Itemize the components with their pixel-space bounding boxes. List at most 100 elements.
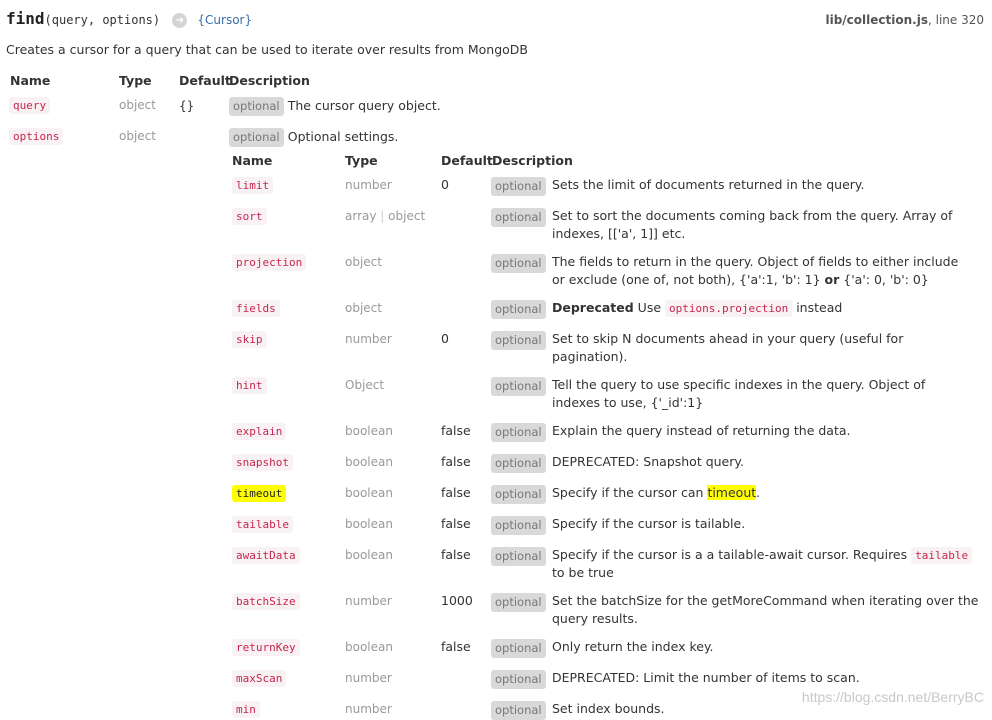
- option-row-timeout: timeout: [232, 485, 287, 502]
- optional-badge: optional: [491, 485, 546, 504]
- option-name: maxScan: [232, 670, 287, 687]
- option-row-returnkey: returnKey: [232, 639, 300, 656]
- header-type: Type: [119, 73, 152, 88]
- option-name: tailable: [232, 516, 293, 533]
- option-row-min: min: [232, 701, 260, 718]
- option-description: Specify if the cursor can timeout.: [552, 485, 761, 500]
- option-type: number: [345, 671, 392, 685]
- source-file: lib/collection.js: [825, 13, 928, 27]
- optional-badge: optional: [491, 300, 546, 319]
- option-default: 1000: [441, 593, 473, 608]
- param-name: query: [9, 97, 51, 114]
- option-description: Specify if the cursor is a a tailable-aw…: [552, 546, 982, 582]
- option-row-snapshot: snapshot: [232, 454, 293, 471]
- option-type: boolean: [345, 455, 393, 469]
- optional-badge: optional: [491, 547, 546, 566]
- option-default: false: [441, 547, 471, 562]
- option-type: boolean: [345, 517, 393, 531]
- function-description: Creates a cursor for a query that can be…: [6, 42, 528, 57]
- option-name: min: [232, 701, 260, 718]
- option-type: array | object: [345, 209, 426, 223]
- option-name: explain: [232, 423, 287, 440]
- option-row-sort: sort: [232, 208, 267, 225]
- source-reference[interactable]: lib/collection.js, line 320: [825, 13, 984, 27]
- description-text: Optional settings.: [287, 129, 399, 144]
- option-default: false: [441, 423, 471, 438]
- option-row-awaitdata: awaitData: [232, 547, 300, 564]
- option-type: boolean: [345, 548, 393, 562]
- option-name: timeout: [232, 485, 287, 502]
- option-description: The fields to return in the query. Objec…: [552, 254, 959, 287]
- option-type: number: [345, 702, 392, 716]
- option-name: hint: [232, 377, 267, 394]
- option-description: Only return the index key.: [552, 639, 714, 654]
- optional-badge: optional: [491, 701, 546, 720]
- option-name: returnKey: [232, 639, 300, 656]
- option-row-fields: fields: [232, 300, 280, 317]
- optional-badge: optional: [491, 331, 546, 350]
- function-header: find(query, options) ➜ {Cursor} lib/coll…: [6, 9, 984, 33]
- option-name: batchSize: [232, 593, 300, 610]
- option-default: 0: [441, 177, 449, 192]
- option-description: Deprecated Use options.projection instea…: [552, 300, 843, 317]
- option-description: DEPRECATED: Snapshot query.: [552, 454, 744, 469]
- inner-header-default: Default: [441, 153, 493, 168]
- option-type: number: [345, 178, 392, 192]
- param-description: optional Optional settings.: [229, 128, 398, 147]
- watermark: https://blog.csdn.net/BerryBC: [801, 689, 984, 705]
- option-name: projection: [232, 254, 307, 271]
- option-description: Explain the query instead of returning t…: [552, 423, 851, 438]
- arrow-right-icon[interactable]: ➜: [172, 13, 188, 28]
- option-type: Object: [345, 378, 385, 392]
- param-description: optional The cursor query object.: [229, 97, 441, 116]
- option-name: awaitData: [232, 547, 300, 564]
- optional-badge: optional: [491, 454, 546, 473]
- return-type-link[interactable]: {Cursor}: [197, 13, 252, 27]
- param-row-options: options: [9, 128, 64, 145]
- function-name: find: [6, 9, 45, 28]
- option-type: object: [345, 255, 382, 269]
- param-type: object: [119, 98, 156, 112]
- option-default: false: [441, 485, 471, 500]
- option-type: number: [345, 332, 392, 346]
- option-type: boolean: [345, 424, 393, 438]
- option-description: Sets the limit of documents returned in …: [552, 177, 865, 192]
- header-description: Description: [229, 73, 310, 88]
- option-default: false: [441, 516, 471, 531]
- option-description: Tell the query to use specific indexes i…: [552, 377, 926, 410]
- option-row-maxscan: maxScan: [232, 670, 287, 687]
- option-row-skip: skip: [232, 331, 267, 348]
- optional-badge: optional: [491, 177, 546, 196]
- option-row-limit: limit: [232, 177, 274, 194]
- param-default: {}: [179, 99, 195, 113]
- optional-badge: optional: [491, 208, 546, 227]
- optional-badge: optional: [491, 593, 546, 612]
- option-name: fields: [232, 300, 280, 317]
- option-default: false: [441, 454, 471, 469]
- option-description: Set the batchSize for the getMoreCommand…: [552, 593, 979, 626]
- option-row-batchsize: batchSize: [232, 593, 300, 610]
- option-description: DEPRECATED: Limit the number of items to…: [552, 670, 860, 685]
- option-row-hint: hint: [232, 377, 267, 394]
- inner-header-description: Description: [492, 153, 573, 168]
- option-type: number: [345, 594, 392, 608]
- param-name: options: [9, 128, 64, 145]
- optional-badge: optional: [229, 97, 284, 116]
- description-text: The cursor query object.: [287, 98, 441, 113]
- inner-header-name: Name: [232, 153, 273, 168]
- option-name: snapshot: [232, 454, 293, 471]
- param-row-query: query: [9, 97, 51, 114]
- inner-header-type: Type: [345, 153, 378, 168]
- option-description: Set to sort the documents coming back fr…: [552, 208, 953, 241]
- optional-badge: optional: [491, 423, 546, 442]
- optional-badge: optional: [491, 254, 546, 273]
- optional-badge: optional: [229, 128, 284, 147]
- source-line: , line 320: [927, 13, 984, 27]
- optional-badge: optional: [491, 639, 546, 658]
- option-row-tailable: tailable: [232, 516, 293, 533]
- header-default: Default: [179, 73, 231, 88]
- option-default: 0: [441, 331, 449, 346]
- header-name: Name: [10, 73, 51, 88]
- optional-badge: optional: [491, 377, 546, 396]
- option-row-explain: explain: [232, 423, 287, 440]
